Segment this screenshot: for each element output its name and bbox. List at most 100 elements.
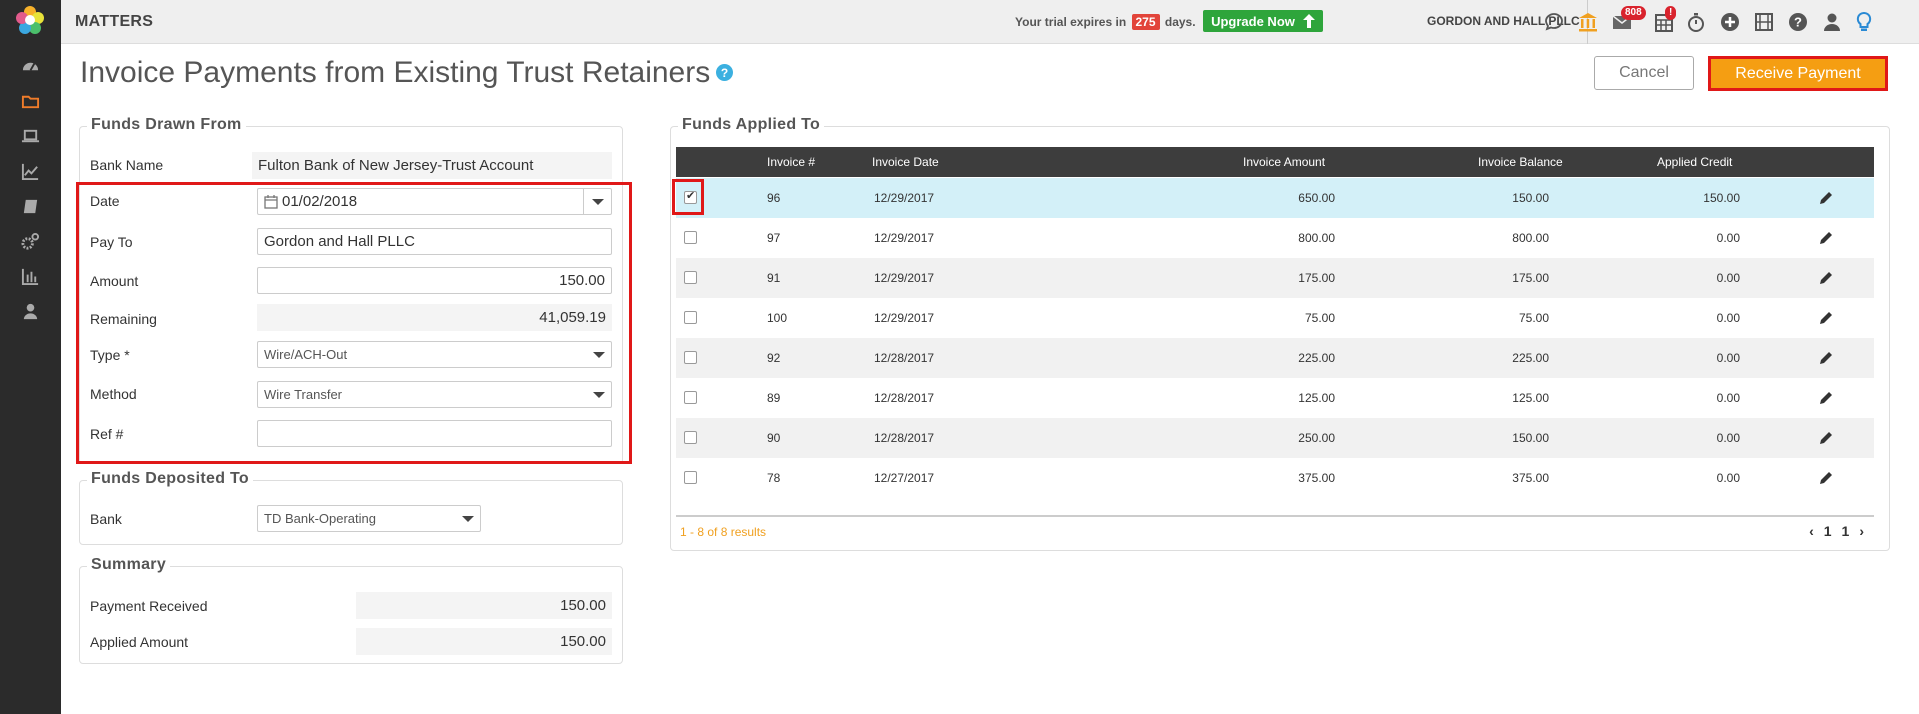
stopwatch-icon <box>1688 13 1704 32</box>
nav-dashboard[interactable] <box>0 50 61 82</box>
deposit-bank-value: TD Bank-Operating <box>264 511 376 526</box>
table-row[interactable]: 91 12/29/2017 175.00 175.00 0.00 <box>676 258 1874 298</box>
nav-laptop[interactable] <box>0 120 61 152</box>
cancel-button[interactable]: Cancel <box>1594 56 1694 90</box>
col-invoice-date[interactable]: Invoice Date <box>872 147 939 177</box>
invoice-balance: 150.00 <box>1512 431 1549 445</box>
bank-name-value: Fulton Bank of New Jersey-Trust Account <box>252 152 612 179</box>
trial-days-badge: 275 <box>1131 14 1160 30</box>
table-row[interactable]: 89 12/28/2017 125.00 125.00 0.00 <box>676 378 1874 418</box>
nav-matters[interactable] <box>0 85 61 117</box>
funds-deposited-title: Funds Deposited To <box>87 470 253 488</box>
current-page[interactable]: 1 <box>1824 523 1832 539</box>
applied-credit: 0.00 <box>1716 391 1740 405</box>
table-row[interactable]: 90 12/28/2017 250.00 150.00 0.00 <box>676 418 1874 458</box>
edit-pencil-icon[interactable] <box>1818 270 1834 286</box>
help-icon: ? <box>1789 13 1807 31</box>
applied-credit: 0.00 <box>1716 271 1740 285</box>
edit-pencil-icon[interactable] <box>1818 430 1834 446</box>
applied-credit: 0.00 <box>1716 431 1740 445</box>
help-button[interactable]: ? <box>1785 9 1811 35</box>
invoice-number: 89 <box>767 391 781 405</box>
results-count: 1 - 8 of 8 results <box>680 525 767 539</box>
row-checkbox[interactable] <box>684 431 697 444</box>
applied-credit: 0.00 <box>1716 471 1740 485</box>
next-page-icon[interactable]: › <box>1859 523 1864 539</box>
matters-folder-icon <box>21 95 40 108</box>
pagination: ‹ 1 1 › <box>1809 523 1864 539</box>
col-invoice-balance[interactable]: Invoice Balance <box>1478 147 1563 177</box>
prev-page-icon[interactable]: ‹ <box>1809 523 1814 539</box>
upgrade-now-button[interactable]: Upgrade Now <box>1203 10 1323 32</box>
book-icon <box>23 199 38 213</box>
help-icon[interactable]: ? <box>716 64 733 81</box>
app-logo-icon[interactable] <box>14 4 46 36</box>
row-checkbox[interactable] <box>684 311 697 324</box>
invoice-number: 92 <box>767 351 781 365</box>
edit-pencil-icon[interactable] <box>1818 470 1834 486</box>
col-applied-credit[interactable]: Applied Credit <box>1657 147 1732 177</box>
table-row[interactable]: 78 12/27/2017 375.00 375.00 0.00 <box>676 458 1874 498</box>
nav-contacts[interactable] <box>0 295 61 327</box>
timer-button[interactable] <box>1683 9 1709 35</box>
invoice-number: 91 <box>767 271 781 285</box>
edit-pencil-icon[interactable] <box>1818 390 1834 406</box>
media-button[interactable] <box>1751 9 1777 35</box>
account-button[interactable] <box>1819 9 1845 35</box>
invoice-amount: 650.00 <box>1298 191 1335 205</box>
invoice-number: 100 <box>767 311 788 325</box>
row-checkbox[interactable] <box>684 271 697 284</box>
deposit-bank-select[interactable]: TD Bank-Operating <box>257 505 481 532</box>
dashboard-icon <box>22 62 39 71</box>
account-icon <box>1824 13 1840 31</box>
settings-gears-icon <box>21 232 40 250</box>
funds-drawn-title: Funds Drawn From <box>87 116 246 134</box>
nav-reports-trend[interactable] <box>0 155 61 187</box>
applied-amount-label: Applied Amount <box>90 634 189 650</box>
app-brand[interactable]: MATTERS <box>75 13 153 31</box>
table-row[interactable]: 100 12/29/2017 75.00 75.00 0.00 <box>676 298 1874 338</box>
col-invoice-number[interactable]: Invoice # <box>767 147 815 177</box>
mail-button[interactable]: 808 <box>1609 6 1646 35</box>
tips-button[interactable] <box>1851 9 1877 35</box>
receive-payment-button[interactable]: Receive Payment <box>1708 56 1888 91</box>
edit-pencil-icon[interactable] <box>1818 230 1834 246</box>
edit-pencil-icon[interactable] <box>1818 310 1834 326</box>
applied-credit: 0.00 <box>1716 231 1740 245</box>
chat-button[interactable] <box>1541 9 1567 35</box>
calendar-alert-badge: ! <box>1665 6 1677 20</box>
trust-bank-button[interactable] <box>1575 9 1601 35</box>
calendar-button[interactable]: ! <box>1651 6 1677 35</box>
invoice-number: 97 <box>767 231 781 245</box>
arrow-up-icon <box>1302 14 1315 28</box>
table-row[interactable]: 96 12/29/2017 650.00 150.00 150.00 <box>676 178 1874 218</box>
row-checkbox[interactable] <box>684 351 697 364</box>
trending-chart-icon <box>21 163 39 180</box>
payment-received-value: 150.00 <box>356 592 612 619</box>
row-checkbox[interactable] <box>684 471 697 484</box>
invoice-date: 12/29/2017 <box>874 191 935 205</box>
nav-settings[interactable] <box>0 225 61 257</box>
edit-pencil-icon[interactable] <box>1818 190 1834 206</box>
table-row[interactable]: 92 12/28/2017 225.00 225.00 0.00 <box>676 338 1874 378</box>
trial-prefix: Your trial expires in <box>1015 15 1127 29</box>
edit-pencil-icon[interactable] <box>1818 350 1834 366</box>
lightbulb-icon <box>1856 11 1872 31</box>
user-icon <box>23 303 38 319</box>
invoice-number: 78 <box>767 471 781 485</box>
nav-library[interactable] <box>0 190 61 222</box>
invoice-amount: 225.00 <box>1298 351 1335 365</box>
invoice-number: 90 <box>767 431 781 445</box>
col-invoice-amount[interactable]: Invoice Amount <box>1243 147 1325 177</box>
nav-analytics[interactable] <box>0 260 61 292</box>
add-button[interactable] <box>1717 9 1743 35</box>
invoice-date: 12/29/2017 <box>874 231 935 245</box>
total-pages: 1 <box>1841 523 1850 539</box>
invoice-balance: 125.00 <box>1512 391 1549 405</box>
invoice-date: 12/28/2017 <box>874 431 935 445</box>
summary-title: Summary <box>87 556 171 574</box>
row-checkbox[interactable] <box>684 231 697 244</box>
invoice-amount: 75.00 <box>1304 311 1335 325</box>
table-row[interactable]: 97 12/29/2017 800.00 800.00 0.00 <box>676 218 1874 258</box>
row-checkbox[interactable] <box>684 391 697 404</box>
